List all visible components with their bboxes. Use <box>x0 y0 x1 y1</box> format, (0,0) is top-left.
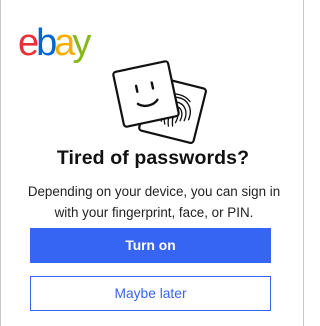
face-card <box>112 60 180 128</box>
svg-text:ebay: ebay <box>18 22 91 64</box>
maybe-later-button[interactable]: Maybe later <box>30 276 271 311</box>
ebay-logo: ebay <box>18 22 94 64</box>
face-and-fingerprint-illustration <box>112 60 207 144</box>
prompt-title: Tired of passwords? <box>56 147 250 169</box>
prompt-description: Depending on your device, you can sign i… <box>27 184 281 220</box>
turn-on-button[interactable]: Turn on <box>30 228 271 263</box>
